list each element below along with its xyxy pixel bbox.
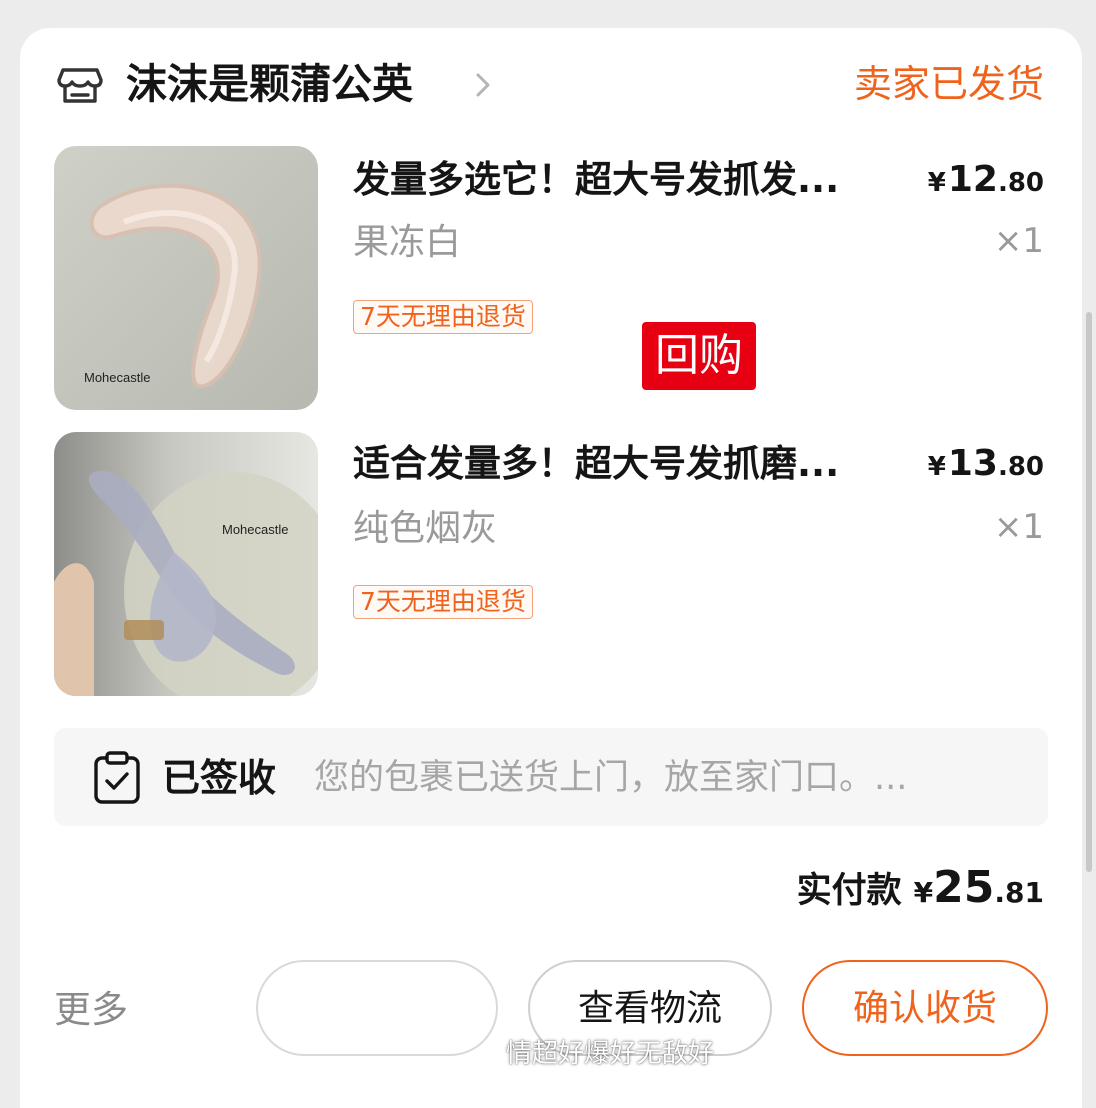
rebuy-tag: 回购 [642, 322, 756, 390]
item-title[interactable]: 适合发量多！超大号发抓磨... [353, 436, 913, 492]
scrollbar[interactable] [1086, 312, 1092, 872]
more-button[interactable]: 更多 [54, 982, 128, 1038]
item-quantity: ×1 [993, 221, 1044, 261]
product-image[interactable]: Mohecastle [54, 146, 318, 410]
item-variant: 果冻白 [353, 222, 462, 263]
confirm-receipt-button[interactable]: 确认收货 [802, 960, 1048, 1056]
order-status: 卖家已发货 [853, 62, 1044, 106]
item-title[interactable]: 发量多选它！超大号发抓发... [353, 152, 913, 208]
clipboard-check-icon [94, 751, 140, 804]
item-quantity: ×1 [993, 507, 1044, 547]
watermark: 情超好爆好无敌好 [506, 1039, 715, 1069]
image-brand-text: Mohecastle [84, 370, 150, 385]
product-image[interactable]: Mohecastle [54, 432, 318, 696]
item-price: ¥13.80 [927, 443, 1044, 484]
image-brand-text: Mohecastle [222, 522, 288, 537]
store-icon [57, 68, 103, 103]
logistics-detail: 您的包裹已送货上门，放至家门口。... [314, 758, 908, 798]
item-price: ¥12.80 [927, 159, 1044, 200]
item-variant: 纯色烟灰 [353, 508, 498, 549]
logistics-status: 已签收 [162, 756, 277, 800]
total-paid: 实付款 ¥25.81 [796, 862, 1044, 913]
action-button-blank[interactable] [256, 960, 498, 1056]
return-policy-badge: 7天无理由退货 [353, 585, 533, 619]
store-name[interactable]: 沫沫是颗蒲公英 [126, 56, 413, 112]
return-policy-badge: 7天无理由退货 [353, 300, 533, 334]
chevron-right-icon[interactable] [472, 70, 494, 100]
logistics-summary[interactable]: 已签收 您的包裹已送货上门，放至家门口。... [54, 728, 1048, 826]
